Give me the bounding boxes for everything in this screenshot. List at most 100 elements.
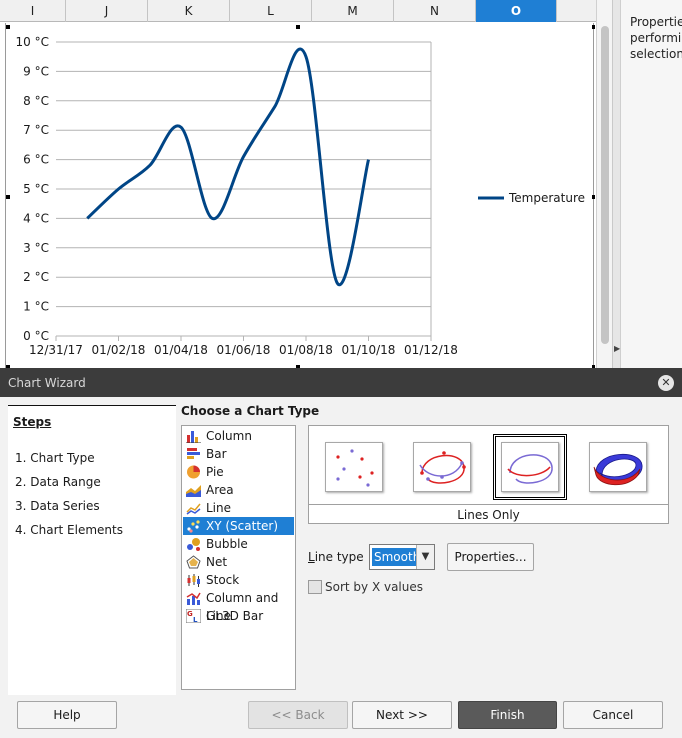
variant-3d-lines[interactable] [589,442,647,492]
chart-variant-panel: Lines Only [308,425,669,524]
line-type-value: Smooth [370,547,424,567]
line-type-label-mnemonic: L [308,550,315,564]
variant-divider [309,504,668,505]
chart-type-net[interactable]: Net [183,553,294,571]
dialog-title: Chart Wizard [8,376,86,390]
step-chart-elements[interactable]: 4. Chart Elements [13,522,125,538]
column-header-k[interactable]: K [148,0,230,22]
steps-divider [8,405,176,406]
chart-type-bar[interactable]: Bar [183,445,294,463]
column-header-o[interactable]: O [476,0,557,22]
chart-type-label: Column [206,429,252,443]
column-header-n[interactable]: N [394,0,476,22]
selection-handle [296,25,300,29]
variant-lines-only[interactable] [493,434,567,500]
chart-type-bubble[interactable]: Bubble [183,535,294,553]
y-tick-label: 6 °C [23,153,49,167]
variant-caption: Lines Only [457,508,520,522]
choose-chart-type-title: Choose a Chart Type [181,404,320,418]
x-tick-label: 01/08/18 [279,343,333,357]
x-tick-label: 01/04/18 [154,343,208,357]
column-and-line-chart-icon [186,592,201,605]
sort-by-x-checkbox[interactable] [308,580,322,594]
finish-button[interactable]: Finish [458,701,557,729]
vertical-scrollbar[interactable] [596,0,612,368]
back-button[interactable]: << Back [248,701,348,729]
selection-handle [592,25,595,29]
scatter-chart-icon [186,519,201,533]
chart-type-column-and-line[interactable]: Column and Line [183,589,294,623]
close-icon[interactable]: ✕ [658,375,674,391]
chart-wizard-dialog: Chart Wizard ✕ Steps 1. Chart Type 2. Da… [0,368,682,738]
sort-by-x-label: Sort by X values [325,580,424,594]
chart-type-pie[interactable]: Pie [183,463,294,481]
bar-chart-icon [187,448,200,459]
step-data-series[interactable]: 3. Data Series [13,498,102,514]
series-line-temperature [86,47,370,287]
chart-type-label: Pie [206,465,224,479]
sidebar-properties-text: Properties performing selection [630,14,682,62]
dialog-title-bar: Chart Wizard ✕ [0,369,682,397]
y-tick-label: 3 °C [23,241,49,255]
selection-handle [6,25,10,29]
chart-type-gl3d-bar[interactable]: G L GL3D Bar [183,607,294,625]
y-tick-label: 8 °C [23,94,49,108]
chart-type-list[interactable]: Column Bar Pie Area Line XY (Scatter) Bubble Ne… [181,425,296,690]
chart-type-label: XY (Scatter) [206,519,279,533]
chart-type-label: Net [206,555,228,569]
vertical-scrollbar-thumb[interactable] [601,26,609,344]
step-data-range[interactable]: 2. Data Range [13,474,103,490]
chart-type-label: Bubble [206,537,248,551]
chart-type-line[interactable]: Line [183,499,294,517]
variant-points-only[interactable] [325,442,383,492]
3d-lines-icon [593,453,643,486]
column-header-j[interactable]: J [66,0,148,22]
sidebar-line: selection [630,47,682,61]
gl3d-bar-chart-icon: GL [186,609,201,623]
help-button[interactable]: Help [17,701,117,729]
line-chart-icon [186,503,201,515]
pie-chart-icon [187,465,200,479]
svg-text:L: L [193,616,198,623]
y-tick-label: 7 °C [23,123,49,137]
x-tick-label: 01/02/18 [92,343,146,357]
line-type-select[interactable]: Smooth ▼ [369,544,435,570]
y-tick-label: 2 °C [23,270,49,284]
properties-button[interactable]: Properties... [447,543,534,571]
stock-chart-icon [187,574,200,587]
lines-only-icon [507,454,553,484]
spreadsheet-area: IJKLMNO 0 °C 1 °C 2 °C 3 °C 4 °C 5 °C 6 °C 7 °C… [0,0,612,368]
column-header-bar: IJKLMNO [0,0,596,22]
collapse-arrow-icon[interactable]: ▶ [614,344,620,353]
sidebar-collapse-strip[interactable]: ▶ [613,0,621,368]
next-button[interactable]: Next >> [352,701,452,729]
cancel-button[interactable]: Cancel [563,701,663,729]
chart-type-stock[interactable]: Stock [183,571,294,589]
line-type-label: Line type [308,550,364,564]
chart-type-scatter[interactable]: XY (Scatter) [183,517,294,535]
line-type-label-rest: ine type [314,550,364,564]
area-chart-icon [186,485,201,497]
sidebar-line: Properties [630,15,682,29]
column-header-i[interactable]: I [0,0,66,22]
chart-type-column[interactable]: Column [183,427,294,445]
chart-frame[interactable]: 0 °C 1 °C 2 °C 3 °C 4 °C 5 °C 6 °C 7 °C 8 °C 9 °C… [5,23,595,368]
y-tick-label: 0 °C [23,329,49,343]
chart-type-area[interactable]: Area [183,481,294,499]
y-tick-label: 4 °C [23,211,49,225]
steps-panel: Steps 1. Chart Type 2. Data Range 3. Dat… [8,405,176,695]
x-tick-label: 01/12/18 [404,343,458,357]
chart-type-label: Stock [206,573,240,587]
selection-handle [592,195,595,199]
column-header-l[interactable]: L [230,0,312,22]
net-chart-icon [186,555,201,569]
variant-points-and-lines[interactable] [413,442,471,492]
column-header-m[interactable]: M [312,0,394,22]
steps-title: Steps [13,415,52,429]
step-chart-type[interactable]: 1. Chart Type [13,450,97,466]
x-tick-label: 01/10/18 [342,343,396,357]
chart-type-label: GL3D Bar [206,609,264,623]
chevron-down-icon[interactable]: ▼ [416,545,434,569]
chart-type-label: Area [206,483,234,497]
selection-handle [6,195,10,199]
